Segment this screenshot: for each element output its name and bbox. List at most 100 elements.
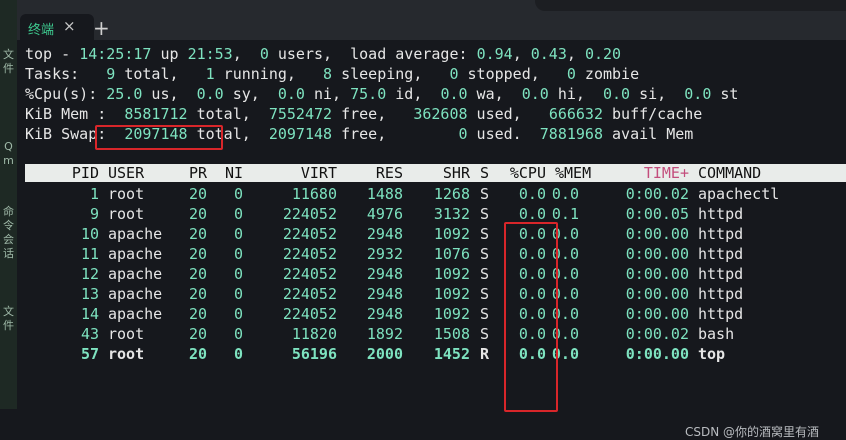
cell-pid: 57: [80, 345, 99, 363]
sidebar-glyph[interactable]: 话: [2, 247, 15, 260]
cell-shr: 1076: [433, 245, 470, 263]
window-top-edge: [535, 0, 846, 11]
cell-pid: 10: [80, 225, 99, 243]
sidebar-glyph[interactable]: Q: [2, 140, 15, 153]
column-header-pid: PID: [71, 164, 99, 182]
cell-ni: 0: [233, 285, 243, 303]
cell-pr: 20: [188, 285, 207, 303]
sidebar-glyph[interactable]: 会: [2, 233, 15, 246]
cell-user: root: [108, 325, 145, 343]
cell-s: S: [480, 245, 490, 263]
terminal-output[interactable]: top - 14:25:17 up 21:53, 0 users, load a…: [17, 40, 846, 439]
process-table-header: PID USER PR NI VIRT RES SHR S %CPU %MEM …: [25, 164, 846, 182]
summary-cpu-line: %Cpu(s): 25.0 us, 0.0 sy, 0.0 ni, 75.0 i…: [25, 85, 739, 103]
cell-time: 0:00.00: [625, 305, 689, 323]
cell-s: S: [480, 185, 490, 203]
sidebar-glyph[interactable]: 文: [2, 305, 15, 318]
cell-pid: 12: [80, 265, 99, 283]
cell-pid: 14: [80, 305, 99, 323]
cell-time: 0:00.00: [625, 225, 689, 243]
cell-s: S: [480, 205, 490, 223]
cell-mem: 0.1: [551, 205, 579, 223]
cell-user: apache: [108, 305, 163, 323]
cell-time: 0:00.00: [625, 345, 689, 363]
cell-pr: 20: [188, 345, 207, 363]
cell-pr: 20: [188, 245, 207, 263]
cell-ni: 0: [233, 305, 243, 323]
cell-res: 2948: [366, 265, 403, 283]
column-header-virt: VIRT: [300, 164, 337, 182]
sidebar-glyph[interactable]: m: [2, 154, 15, 167]
cell-virt: 224052: [282, 285, 337, 303]
cell-res: 2948: [366, 285, 403, 303]
cell-pr: 20: [188, 305, 207, 323]
cell-cmd: top: [698, 345, 726, 363]
sidebar-glyph[interactable]: 件: [2, 319, 15, 332]
cell-s: S: [480, 225, 490, 243]
cell-user: apache: [108, 225, 163, 243]
cell-res: 4976: [366, 205, 403, 223]
cell-ni: 0: [233, 245, 243, 263]
cell-res: 2932: [366, 245, 403, 263]
column-header-mem: %MEM: [555, 164, 592, 182]
cell-pr: 20: [188, 225, 207, 243]
left-sidebar: 文 件 Q m 命 令 会 话 文 件: [0, 0, 17, 409]
cell-virt: 224052: [282, 205, 337, 223]
cell-cpu: 0.0: [518, 185, 546, 203]
cell-pid: 43: [80, 325, 99, 343]
cell-res: 2948: [366, 305, 403, 323]
tab-terminal[interactable]: 终端 ×: [20, 14, 94, 40]
close-icon[interactable]: ×: [63, 17, 76, 35]
cell-ni: 0: [233, 325, 243, 343]
column-header-cpu: %CPU: [509, 164, 546, 182]
cell-shr: 1268: [433, 185, 470, 203]
cell-cmd: bash: [698, 325, 735, 343]
cell-virt: 224052: [282, 265, 337, 283]
column-header-time: TIME+: [643, 164, 689, 182]
cell-virt: 11820: [291, 325, 337, 343]
cell-time: 0:00.00: [625, 265, 689, 283]
cell-user: root: [108, 345, 145, 363]
cell-pr: 20: [188, 185, 207, 203]
highlight-box-cpu-column: [504, 222, 558, 412]
cell-s: S: [480, 285, 490, 303]
sidebar-glyph[interactable]: 件: [2, 62, 15, 75]
column-header-state: S: [480, 164, 490, 182]
cell-user: apache: [108, 245, 163, 263]
cell-time: 0:00.00: [625, 245, 689, 263]
sidebar-glyph[interactable]: 文: [2, 48, 15, 61]
sidebar-glyph[interactable]: 命: [2, 205, 15, 218]
cell-pr: 20: [188, 265, 207, 283]
cell-ni: 0: [233, 205, 243, 223]
cell-cmd: httpd: [698, 305, 744, 323]
cell-cmd: httpd: [698, 265, 744, 283]
cell-shr: 1092: [433, 285, 470, 303]
column-header-command: COMMAND: [698, 164, 762, 182]
column-header-pr: PR: [188, 164, 207, 182]
cell-virt: 224052: [282, 225, 337, 243]
summary-mem-line: KiB Mem : 8581712 total, 7552472 free, 3…: [25, 105, 703, 123]
cell-user: root: [108, 185, 145, 203]
cell-s: R: [480, 345, 490, 363]
cell-time: 0:00.05: [625, 205, 689, 223]
cell-virt: 56196: [291, 345, 337, 363]
cell-ni: 0: [233, 265, 243, 283]
cell-user: apache: [108, 265, 163, 283]
cell-shr: 1092: [433, 265, 470, 283]
cell-pr: 20: [188, 325, 207, 343]
cell-s: S: [480, 325, 490, 343]
cell-cmd: httpd: [698, 205, 744, 223]
cell-shr: 1508: [433, 325, 470, 343]
cell-shr: 1452: [433, 345, 470, 363]
cell-cpu: 0.0: [518, 205, 546, 223]
cell-s: S: [480, 265, 490, 283]
cell-ni: 0: [233, 345, 243, 363]
cell-virt: 224052: [282, 245, 337, 263]
column-header-shr: SHR: [442, 164, 470, 182]
sidebar-glyph[interactable]: 令: [2, 219, 15, 232]
cell-cmd: apachectl: [698, 185, 780, 203]
new-tab-icon[interactable]: +: [93, 16, 110, 40]
cell-cmd: httpd: [698, 225, 744, 243]
tab-terminal-label: 终端: [28, 23, 55, 38]
column-header-user: USER: [108, 164, 145, 182]
